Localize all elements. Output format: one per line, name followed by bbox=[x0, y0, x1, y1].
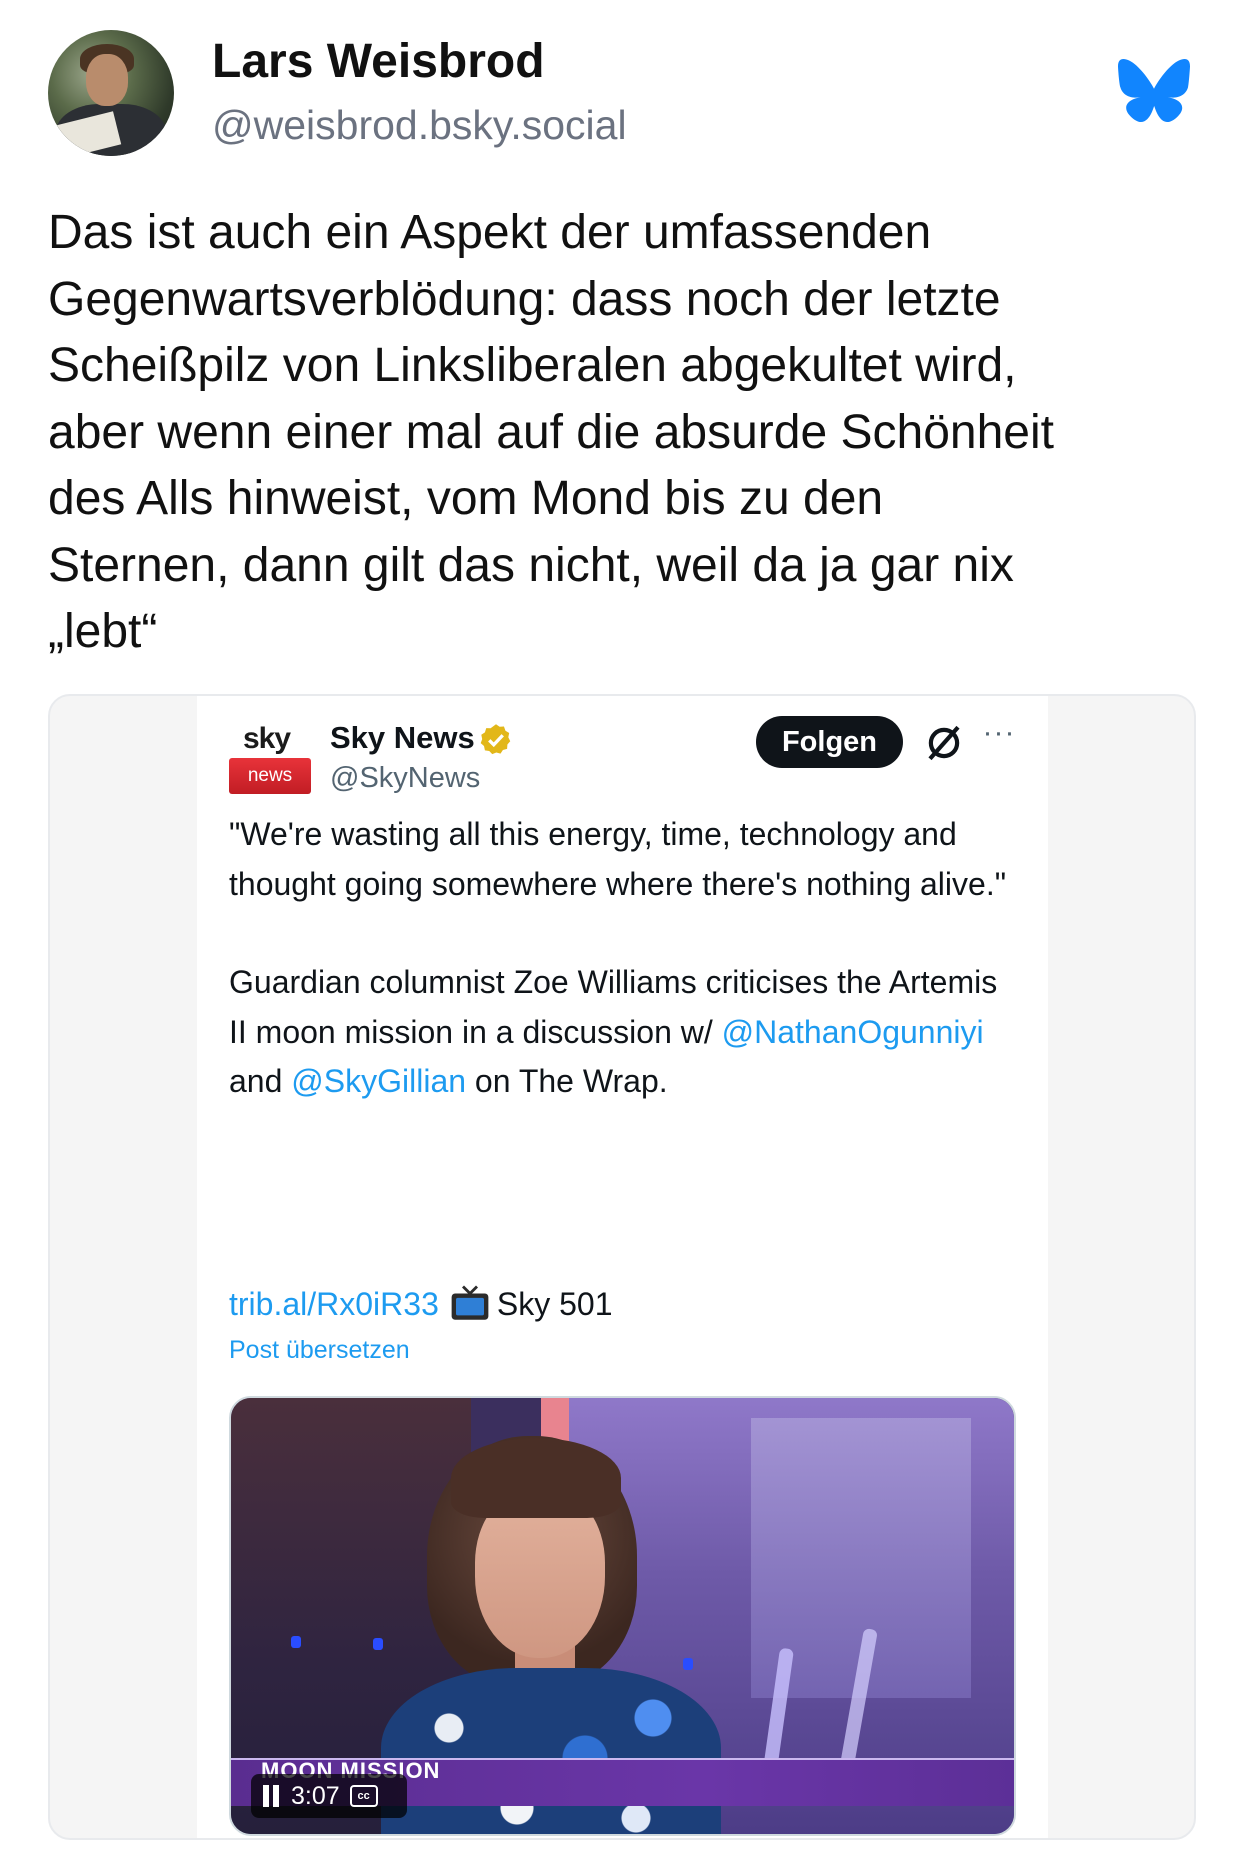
translate-post-link[interactable]: Post übersetzen bbox=[229, 1336, 410, 1365]
tv-icon bbox=[451, 1285, 489, 1320]
video-duration: 3:07 bbox=[291, 1781, 340, 1810]
news-logo-box: news bbox=[229, 758, 311, 794]
embedded-image[interactable]: sky news Sky News @SkyNews Folgen ··· "W… bbox=[48, 694, 1196, 1840]
tweet-url-link[interactable]: trib.al/Rx0iR33 bbox=[229, 1284, 439, 1324]
body-mid: and bbox=[229, 1063, 292, 1099]
bluesky-post: Lars Weisbrod @weisbrod.bsky.social Das … bbox=[0, 0, 1242, 1849]
author-name[interactable]: Lars Weisbrod bbox=[212, 34, 545, 89]
quoted-tweet-screenshot: sky news Sky News @SkyNews Folgen ··· "W… bbox=[197, 696, 1048, 1838]
video-controls: 3:07 cc bbox=[251, 1774, 407, 1818]
pause-icon[interactable] bbox=[261, 1785, 281, 1807]
more-options-icon[interactable]: ··· bbox=[979, 718, 1019, 758]
bluesky-butterfly-icon bbox=[1118, 58, 1190, 122]
body-paragraph: Guardian columnist Zoe Williams criticis… bbox=[229, 958, 1019, 1107]
follow-button[interactable]: Folgen bbox=[756, 716, 903, 768]
quoted-account-name[interactable]: Sky News bbox=[330, 720, 475, 756]
channel-label: Sky 501 bbox=[496, 1286, 613, 1322]
quote-paragraph: "We're wasting all this energy, time, te… bbox=[229, 816, 1007, 902]
quoted-tweet-text: "We're wasting all this energy, time, te… bbox=[229, 810, 1019, 1107]
body-suffix: on The Wrap. bbox=[466, 1063, 668, 1099]
grok-icon[interactable] bbox=[923, 722, 965, 764]
mention-gillian-link[interactable]: @SkyGillian bbox=[291, 1063, 466, 1099]
verified-badge-icon bbox=[480, 724, 511, 755]
author-handle[interactable]: @weisbrod.bsky.social bbox=[212, 102, 627, 149]
sky-logo-word: sky bbox=[243, 722, 291, 755]
author-avatar[interactable] bbox=[48, 30, 174, 156]
quoted-account-handle[interactable]: @SkyNews bbox=[330, 762, 480, 795]
sky-news-logo[interactable]: sky news bbox=[229, 722, 311, 794]
mention-nathan-link[interactable]: @NathanOgunniyi bbox=[722, 1014, 984, 1050]
closed-captions-icon[interactable]: cc bbox=[349, 1785, 378, 1807]
post-text: Das ist auch ein Aspekt der umfassenden … bbox=[48, 206, 1054, 658]
video-player[interactable]: MOON MISSION 3:07 cc bbox=[229, 1396, 1016, 1836]
link-row: trib.al/Rx0iR33 Sky 501 bbox=[229, 1284, 612, 1324]
